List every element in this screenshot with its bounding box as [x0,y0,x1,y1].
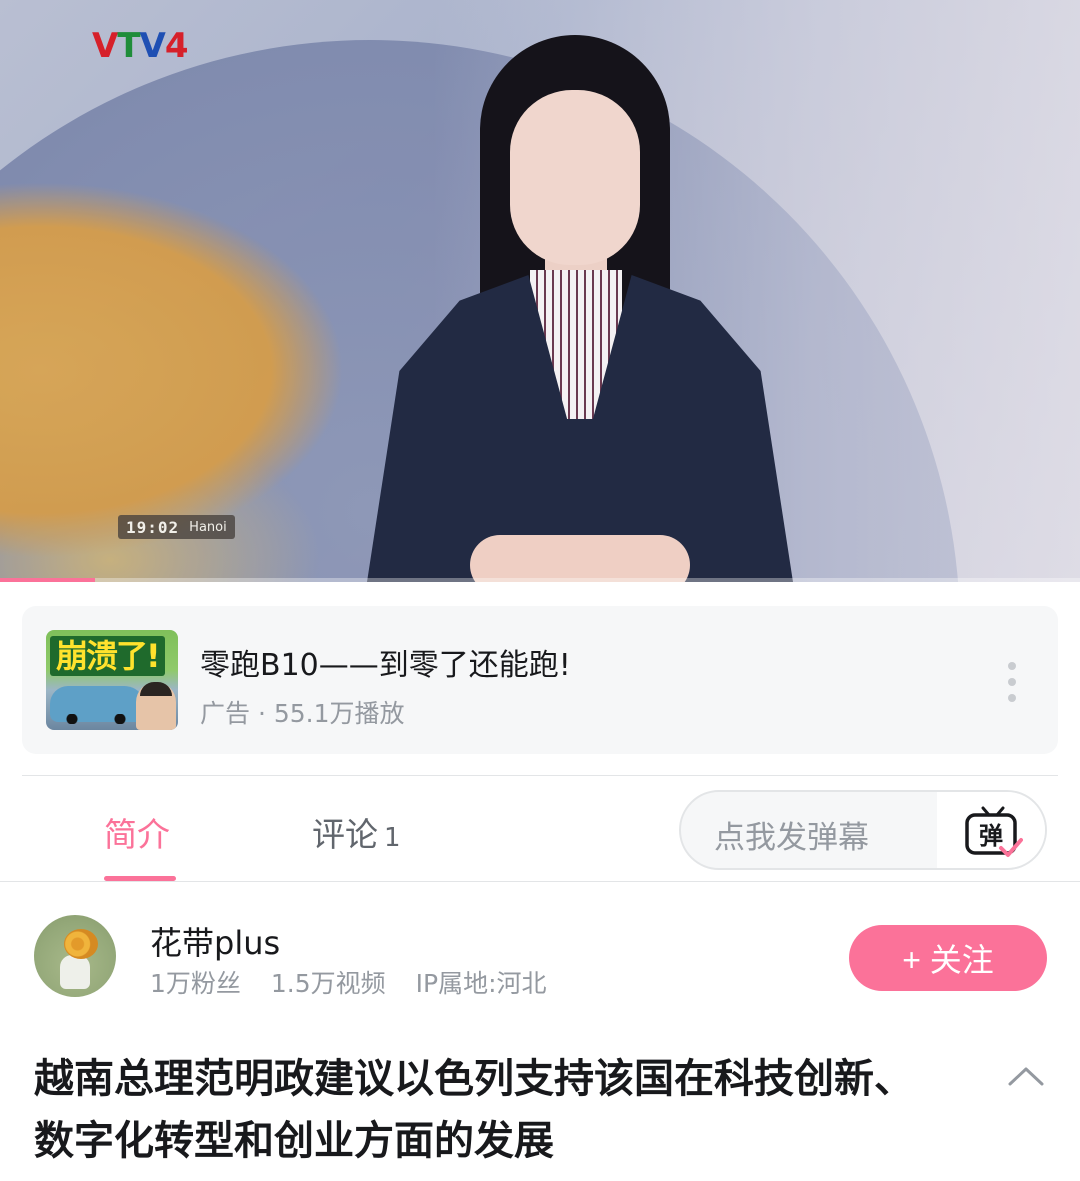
tab-comments[interactable]: 评论 1 [312,808,401,856]
divider [0,881,1080,882]
danmaku-icon-text: 弹 [979,822,1003,850]
more-vertical-icon[interactable] [1000,662,1024,702]
ip-location: IP属地:河北 [415,969,547,998]
clock-city: Hanoi [189,519,227,535]
more-dot-2 [1008,678,1016,686]
uploader-name[interactable]: 花带plus [150,918,280,964]
tab-intro[interactable]: 简介 [104,808,170,856]
video-count: 1.5万视频 [270,969,386,998]
tab-intro-label: 简介 [104,815,170,854]
playback-progress-bar[interactable] [0,578,1080,582]
tab-comments-count: 1 [384,823,401,853]
follow-button[interactable]: + 关注 [849,925,1047,991]
chevron-up-icon[interactable] [1004,1060,1048,1092]
news-anchor-figure [360,35,800,582]
more-dot-1 [1008,662,1016,670]
avatar-vase [60,955,90,989]
divider [22,775,1058,776]
channel-logo: VTV4 [92,26,189,66]
ad-thumbnail[interactable]: 崩溃了! [46,630,178,730]
avatar-flower [64,929,98,959]
danmaku-toggle-button[interactable]: 弹 [937,792,1045,868]
danmaku-placeholder: 点我发弹幕 [714,820,869,856]
follower-count: 1万粉丝 [150,969,241,998]
uploader-stats: 1万粉丝 1.5万视频 IP属地:河北 [150,964,547,1000]
anchor-face [510,90,640,265]
ad-meta: 广告 · 55.1万播放 [200,699,405,728]
more-dot-3 [1008,694,1016,702]
ad-thumbnail-text: 崩溃了! [50,636,165,676]
channel-logo-letter-1: V [92,26,118,66]
channel-logo-letter-4: 4 [164,26,189,66]
ad-card[interactable]: 崩溃了! 零跑B10——到零了还能跑! 广告 · 55.1万播放 [22,606,1058,754]
playback-progress-fill [0,578,96,582]
presenter-image [136,682,176,730]
channel-logo-letter-3: V [139,26,166,66]
video-title: 越南总理范明政建议以色列支持该国在科技创新、数字化转型和创业方面的发展 [34,1056,914,1164]
ad-title[interactable]: 零跑B10——到零了还能跑! [200,640,571,684]
danmaku-input[interactable]: 点我发弹幕 弹 [679,790,1047,870]
broadcast-clock: 19:02 Hanoi [118,515,235,539]
video-player[interactable]: VTV4 19:02 Hanoi [0,0,1080,582]
tab-comments-label: 评论 [312,815,378,854]
clock-time: 19:02 [126,517,180,537]
anchor-hands [470,535,690,582]
uploader-avatar[interactable] [34,915,116,997]
channel-logo-letter-2: T [117,26,140,66]
danmaku-tv-icon: 弹 [965,806,1023,857]
car-image [50,686,146,724]
